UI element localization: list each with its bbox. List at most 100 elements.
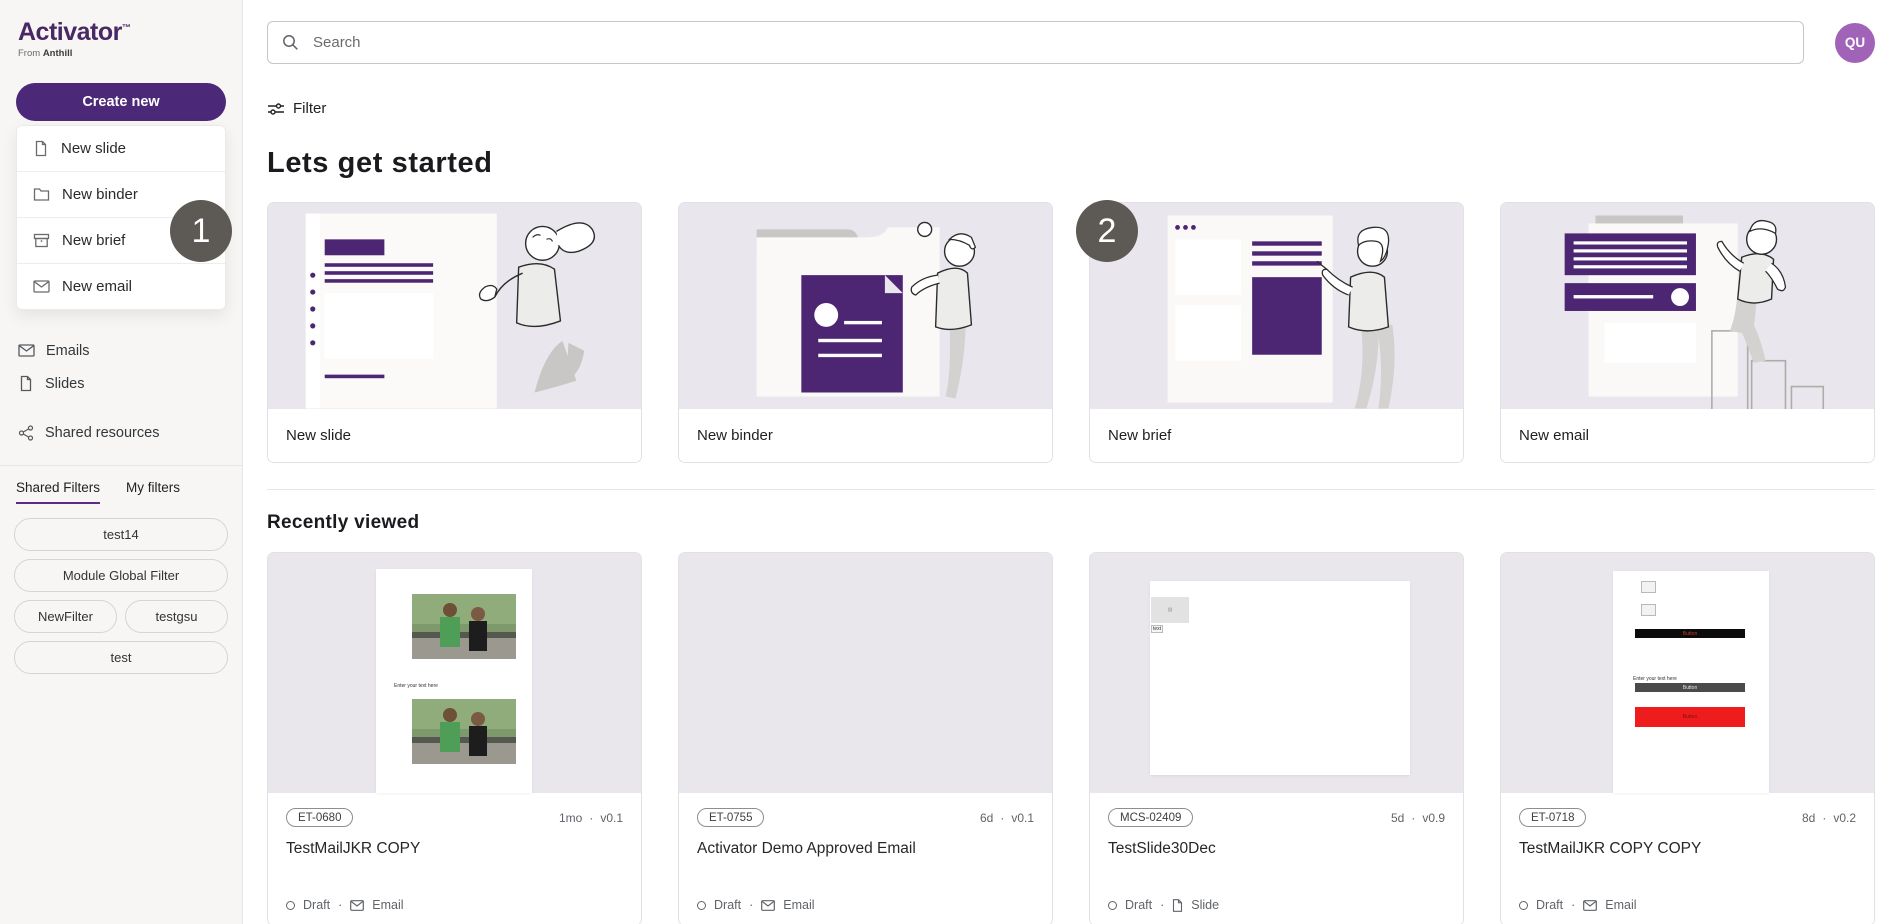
card-footer: ET-0755 6d·v0.1 Activator Demo Approved … [679, 793, 1052, 924]
trademark-symbol: ™ [122, 23, 131, 33]
card-new-binder[interactable]: New binder [678, 202, 1053, 463]
meta-separator: · [1822, 811, 1826, 825]
card-footer: ET-0680 1mo·v0.1 TestMailJKR COPY Draft … [268, 793, 641, 924]
sidebar-nav: Emails Slides Shared resources [0, 334, 242, 449]
annotation-marker-1: 1 [170, 200, 232, 262]
filter-pill-module-global-filter[interactable]: Module Global Filter [14, 559, 228, 592]
card-new-email[interactable]: New email [1500, 202, 1875, 463]
sidebar-item-emails[interactable]: Emails [0, 334, 242, 367]
annotation-marker-2: 2 [1076, 200, 1138, 262]
document-id-badge: ET-0718 [1519, 808, 1586, 827]
sidebar-item-label: Slides [45, 376, 85, 392]
card-title: TestMailJKR COPY COPY [1519, 840, 1856, 858]
new-binder-illustration [679, 203, 1052, 409]
type-label: Email [783, 898, 814, 912]
document-id-badge: ET-0755 [697, 808, 764, 827]
search-bar[interactable] [267, 21, 1804, 64]
card-footer: MCS-02409 5d·v0.9 TestSlide30Dec Draft ·… [1090, 793, 1463, 924]
status-label: Draft [1125, 898, 1152, 912]
email-preview-thumbnail: Button Enter your text here Button Butto… [1501, 553, 1874, 793]
sidebar-item-shared-resources[interactable]: Shared resources [0, 416, 242, 449]
type-label: Email [372, 898, 403, 912]
draft-status-icon [1108, 901, 1117, 910]
menu-item-label: New email [62, 278, 132, 295]
meta-separator: · [1571, 898, 1575, 912]
preview-caption: Enter your text here [1633, 676, 1677, 682]
envelope-icon [33, 280, 50, 293]
menu-item-label: New binder [62, 186, 138, 203]
preview-photo [412, 699, 516, 764]
filter-pill-test[interactable]: test [14, 641, 228, 674]
card-label: New binder [679, 409, 1052, 462]
card-new-brief[interactable]: New brief [1089, 202, 1464, 463]
preview-button-gray: Button [1635, 683, 1745, 692]
version-label: v0.9 [1422, 811, 1445, 825]
envelope-icon [1583, 900, 1597, 911]
sliders-icon [267, 101, 285, 117]
filter-pill-newfilter[interactable]: NewFilter [14, 600, 117, 633]
card-new-slide[interactable]: New slide [267, 202, 642, 463]
slide-preview-thumbnail: ▨ text [1090, 553, 1463, 793]
tab-shared-filters[interactable]: Shared Filters [16, 480, 100, 504]
draft-status-icon [1519, 901, 1528, 910]
get-started-heading: Lets get started [267, 147, 1875, 180]
document-id-badge: ET-0680 [286, 808, 353, 827]
top-bar: QU [267, 21, 1875, 64]
sidebar: Activator™ From Anthill Create new New s… [0, 0, 243, 924]
menu-item-new-email[interactable]: New email [17, 264, 225, 309]
preview-photo [412, 594, 516, 659]
brand-name: Activator™ [18, 20, 224, 45]
envelope-icon [18, 344, 35, 357]
version-label: v0.2 [1833, 811, 1856, 825]
draft-status-icon [286, 901, 295, 910]
filter-tabs: Shared Filters My filters [0, 466, 242, 504]
section-divider [267, 489, 1875, 490]
draft-status-icon [697, 901, 706, 910]
filter-button[interactable]: Filter [267, 100, 357, 117]
new-slide-illustration [268, 203, 641, 409]
card-footer: ET-0718 8d · v0.2 TestMailJKR COPY COPY Dr… [1501, 793, 1874, 924]
create-new-button[interactable]: Create new [16, 83, 226, 121]
tab-my-filters[interactable]: My filters [126, 480, 180, 504]
meta-separator: · [338, 898, 342, 912]
recently-viewed-heading: Recently viewed [267, 512, 1875, 534]
version-label: v0.1 [1011, 811, 1034, 825]
get-started-grid: New slide [267, 202, 1875, 463]
new-email-illustration [1501, 203, 1874, 409]
broken-image-icon [1641, 604, 1656, 616]
document-id-badge: MCS-02409 [1108, 808, 1193, 827]
activator-home-page: Activator™ From Anthill Create new New s… [0, 0, 1882, 924]
search-input[interactable] [311, 33, 1789, 52]
file-icon [33, 140, 49, 157]
preview-button-red: Button [1635, 707, 1745, 727]
preview-chip: text [1151, 625, 1163, 633]
filter-pill-testgsu[interactable]: testgsu [125, 600, 228, 633]
recently-viewed-grid: Enter your text here [267, 552, 1875, 924]
age-label: 1mo [559, 811, 582, 825]
brand-subtitle: From Anthill [18, 48, 224, 59]
recent-card-testslide30dec[interactable]: ▨ text MCS-02409 5d·v0.9 TestSlide30Dec … [1089, 552, 1464, 924]
version-label: v0.1 [600, 811, 623, 825]
recent-card-testmailjkr-copy-copy[interactable]: Button Enter your text here Button Butto… [1500, 552, 1875, 924]
sidebar-item-slides[interactable]: Slides [0, 367, 242, 400]
age-label: 5d [1391, 811, 1404, 825]
search-icon [282, 34, 299, 51]
folder-icon [33, 187, 50, 202]
age-label: 6d [980, 811, 993, 825]
filter-pill-test14[interactable]: test14 [14, 518, 228, 551]
recent-card-testmailjkr-copy[interactable]: Enter your text here [267, 552, 642, 924]
meta-separator: · [1000, 811, 1004, 825]
menu-item-new-slide[interactable]: New slide [17, 126, 225, 172]
archive-icon [33, 233, 50, 248]
menu-item-label: New brief [62, 232, 125, 249]
card-label: New slide [268, 409, 641, 462]
user-avatar[interactable]: QU [1835, 23, 1875, 63]
envelope-icon [350, 900, 364, 911]
age-label: 8d [1802, 811, 1815, 825]
file-icon [18, 375, 34, 392]
filter-label: Filter [293, 100, 326, 117]
preview-button-black: Button [1635, 629, 1745, 638]
recent-card-activator-demo-approved-email[interactable]: ET-0755 6d·v0.1 Activator Demo Approved … [678, 552, 1053, 924]
meta-separator: · [1160, 898, 1164, 912]
status-label: Draft [1536, 898, 1563, 912]
